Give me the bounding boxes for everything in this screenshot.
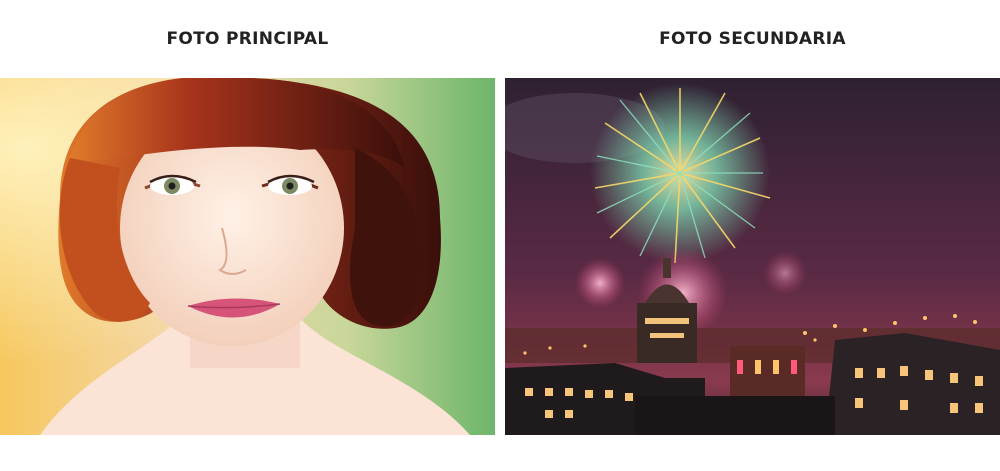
fireworks-city-image: [505, 78, 1000, 435]
secondary-photo-title: FOTO SECUNDARIA: [659, 29, 846, 49]
main-photo: [0, 78, 495, 435]
secondary-photo: [505, 78, 1000, 435]
portrait-image: [0, 78, 495, 435]
main-photo-title: FOTO PRINCIPAL: [166, 29, 329, 49]
